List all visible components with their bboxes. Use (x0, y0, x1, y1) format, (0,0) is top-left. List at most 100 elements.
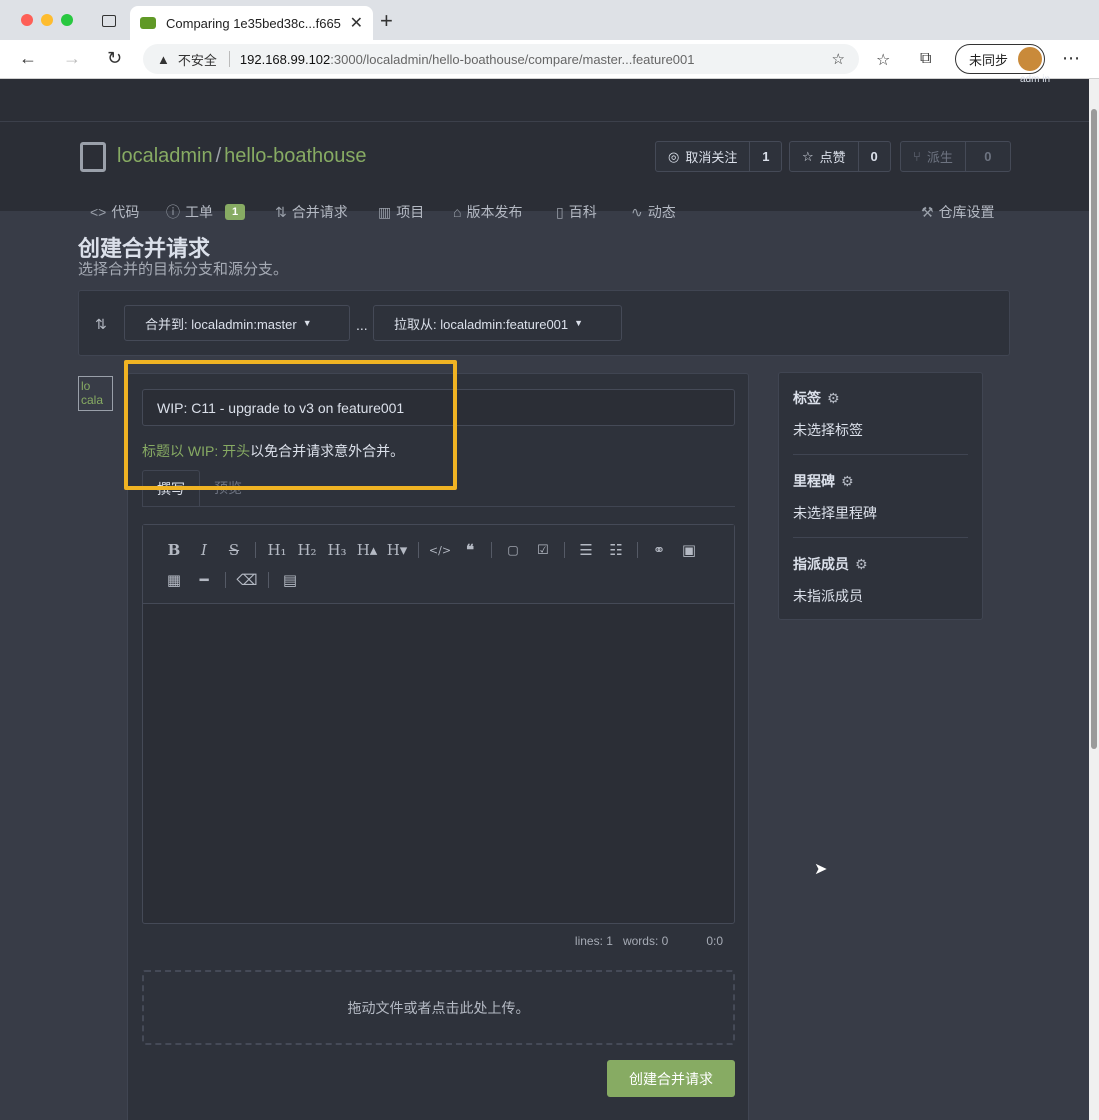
heading-bigger-icon[interactable]: H▴ (352, 535, 382, 565)
watch-button-group[interactable]: ◎ 取消关注 1 (655, 141, 783, 172)
italic-icon[interactable]: I (189, 535, 219, 565)
scrollbar-thumb[interactable] (1091, 109, 1097, 749)
eraser-icon[interactable]: ⌫ (232, 565, 262, 595)
project-icon: ▥ (378, 203, 392, 220)
status-words: words: 0 (622, 934, 669, 948)
favorites-icon[interactable]: ☆ (876, 50, 890, 70)
status-lines: lines: 1 (574, 934, 613, 948)
mouse-cursor-icon: ➤ (814, 861, 828, 878)
close-window-button[interactable] (21, 14, 33, 26)
repo-name-link[interactable]: hello-boathouse (224, 145, 366, 167)
gitea-page: localadmin / hello-boathouse ◎ 取消关注 1 ☆ 点赞 0… (0, 79, 1089, 1120)
issue-icon: ⓘ (166, 204, 180, 220)
profile-avatar (1018, 47, 1042, 71)
fork-count[interactable]: 0 (966, 142, 1010, 171)
checkbox-empty-icon[interactable]: ▢ (498, 535, 528, 565)
watch-count[interactable]: 1 (750, 142, 781, 171)
address-bar[interactable]: ▲ 不安全 192.168.99.102 :3000/localadmin/he… (143, 44, 859, 74)
minimize-window-button[interactable] (41, 14, 53, 26)
fork-button[interactable]: ⑂ 派生 (901, 142, 966, 171)
bold-icon[interactable]: B (159, 535, 189, 565)
star-button[interactable]: ☆ 点赞 (790, 142, 859, 171)
fork-label: 派生 (926, 150, 953, 165)
watch-label: 取消关注 (685, 150, 738, 165)
toolbar-separator (564, 542, 565, 558)
fork-button-group[interactable]: ⑂ 派生 0 (900, 141, 1011, 172)
code-icon[interactable]: </> (425, 535, 455, 565)
forward-icon[interactable]: → (63, 48, 81, 69)
file-icon[interactable]: ▤ (275, 565, 305, 595)
caret-down-icon: ▼ (302, 318, 312, 328)
heading-2-icon[interactable]: H₂ (292, 535, 322, 565)
sidebar-divider (793, 454, 968, 455)
heading-3-icon[interactable]: H₃ (322, 535, 352, 565)
base-branch-label: 合并到: localadmin:master (145, 316, 297, 332)
toolbar-separator (637, 542, 638, 558)
browser-tab[interactable]: Comparing 1e35bed38c...f665 ✕ (130, 6, 373, 40)
checkbox-checked-icon[interactable]: ☑ (528, 535, 558, 565)
assignees-header[interactable]: 指派成员 ⚙ (793, 554, 868, 574)
tab-code-label: 代码 (111, 204, 140, 220)
ordered-list-icon[interactable]: ☷ (601, 535, 631, 565)
milestone-value: 未选择里程碑 (793, 505, 877, 521)
close-tab-icon[interactable]: ✕ (350, 13, 363, 33)
tab-title: Comparing 1e35bed38c...f665 (166, 15, 341, 31)
more-options-icon[interactable]: ⋯ (1062, 48, 1080, 69)
collections-icon[interactable]: ⧉ (920, 50, 931, 68)
tab-activity[interactable]: ∿ 动态 (631, 202, 676, 222)
tab-issues-label: 工单 (185, 204, 213, 220)
heading-1-icon[interactable]: H₁ (262, 535, 292, 565)
tab-code[interactable]: <> 代码 (90, 202, 139, 222)
milestone-header[interactable]: 里程碑 ⚙ (793, 471, 854, 491)
tab-settings[interactable]: ⚒ 仓库设置 (921, 202, 995, 222)
link-icon[interactable]: ⚭ (644, 535, 674, 565)
table-icon[interactable]: ▦ (159, 565, 189, 595)
tab-issues[interactable]: ⓘ 工单 1 (166, 202, 246, 222)
tab-actions-icon[interactable] (102, 15, 116, 27)
reload-icon[interactable]: ↻ (107, 48, 122, 69)
gear-icon[interactable]: ⚙ (827, 390, 840, 406)
scrollbar[interactable] (1089, 79, 1099, 1120)
unordered-list-icon[interactable]: ☰ (571, 535, 601, 565)
repo-slash: / (215, 145, 222, 167)
gear-icon[interactable]: ⚙ (855, 556, 868, 572)
head-branch-select[interactable]: 拉取从: localadmin:feature001 ▼ (373, 305, 622, 341)
image-icon[interactable]: ▣ (674, 535, 704, 565)
fork-icon: ⑂ (913, 149, 921, 164)
zoom-window-button[interactable] (61, 14, 73, 26)
unwatch-button[interactable]: ◎ 取消关注 (656, 142, 751, 171)
header-divider (0, 121, 1089, 122)
tab-pulls[interactable]: ⇅ 合并请求 (275, 202, 348, 222)
profile-sync-button[interactable]: 未同步 (955, 44, 1045, 74)
upload-dropzone[interactable]: 拖动文件或者点击此处上传。 (142, 970, 735, 1045)
tab-wiki[interactable]: ▯ 百科 (556, 202, 597, 222)
avatar-caption: adm in (1020, 74, 1051, 85)
tab-releases[interactable]: ⌂ 版本发布 (453, 202, 522, 222)
gear-icon[interactable]: ⚙ (841, 473, 854, 489)
tab-activity-label: 动态 (647, 204, 676, 220)
address-toolbar: ← → ↻ ▲ 不安全 192.168.99.102 :3000/localad… (0, 40, 1099, 79)
tab-projects[interactable]: ▥ 项目 (378, 202, 424, 222)
add-favorite-icon[interactable]: ☆ (832, 50, 845, 68)
star-count[interactable]: 0 (859, 142, 890, 171)
star-button-group[interactable]: ☆ 点赞 0 (789, 141, 891, 172)
quote-icon[interactable]: ❝ (455, 535, 485, 565)
heading-smaller-icon[interactable]: H▾ (382, 535, 412, 565)
labels-header[interactable]: 标签 ⚙ (793, 388, 840, 408)
security-status: 不安全 (177, 52, 217, 68)
issues-count-badge: 1 (225, 204, 246, 220)
avatar: lo cala (78, 376, 113, 411)
horizontal-rule-icon[interactable]: ━ (189, 565, 219, 595)
assignees-title: 指派成员 (793, 556, 849, 572)
star-label: 点赞 (819, 150, 846, 165)
pull-request-icon: ⇅ (275, 203, 287, 220)
code-icon: <> (90, 204, 107, 220)
strikethrough-icon[interactable]: S (219, 535, 249, 565)
repo-title: localadmin / hello-boathouse (117, 145, 367, 168)
markdown-editor[interactable]: B I S H₁ H₂ H₃ H▴ H▾ </> ❝ ▢ ☑ ☰ ☷ ⚭ ▣ ▦… (142, 524, 735, 924)
base-branch-select[interactable]: 合并到: localadmin:master ▼ (124, 305, 350, 341)
new-tab-button[interactable]: + (380, 8, 393, 34)
create-pull-request-button[interactable]: 创建合并请求 (607, 1060, 735, 1097)
back-icon[interactable]: ← (19, 48, 37, 69)
repo-owner-link[interactable]: localadmin (117, 145, 213, 167)
